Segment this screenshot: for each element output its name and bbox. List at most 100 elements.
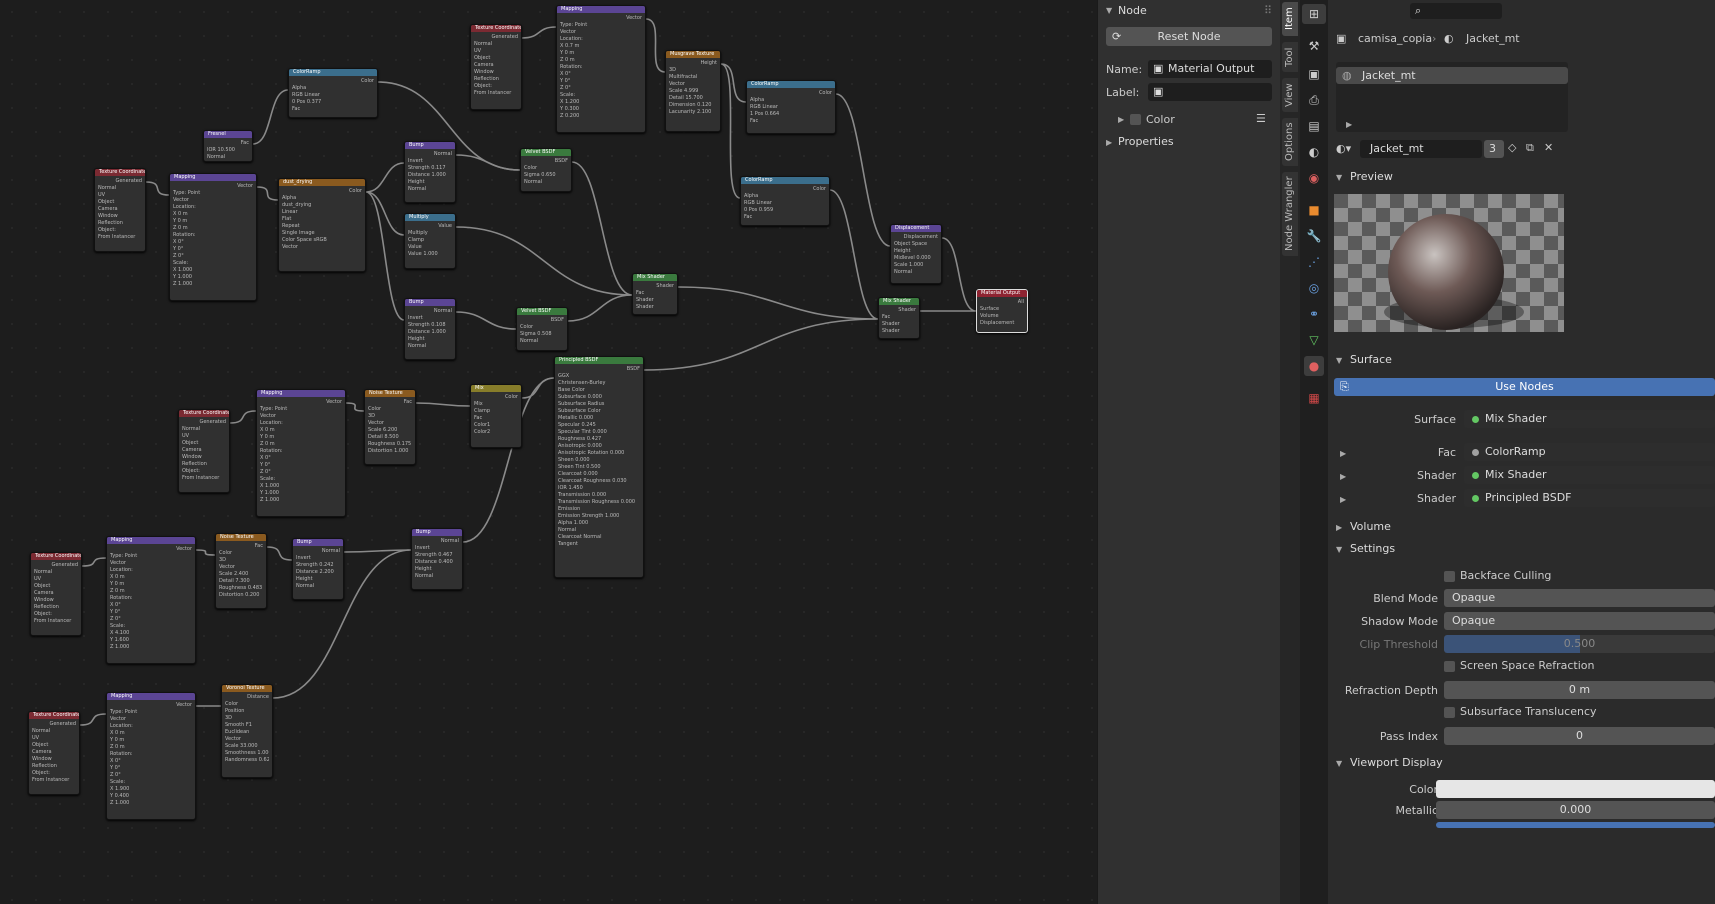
constraints-icon[interactable]: ⚭ [1304,304,1324,324]
material-browse-icon[interactable]: ◐▾ [1336,142,1351,155]
node-socket-row[interactable]: From Instancer [98,234,142,241]
node-socket-row[interactable]: Displacement [894,234,938,241]
node-header[interactable]: Noise Texture [365,390,415,397]
node-socket-row[interactable]: Detail 7.300 [219,578,263,585]
node-socket-row[interactable]: Y 0 m [173,218,253,225]
node-socket-row[interactable]: Reflection [34,604,78,611]
node-socket-row[interactable]: Tangent [558,541,640,548]
node-link[interactable] [79,713,107,726]
node-header[interactable]: Bump [293,539,343,546]
node-socket-row[interactable]: Generated [34,562,78,569]
node-link[interactable] [567,294,633,322]
color-checkbox[interactable] [1130,114,1141,125]
node-socket-row[interactable]: Alpha [292,85,374,92]
node-header[interactable]: Mapping [107,537,195,544]
node-label-field[interactable]: ▣ [1148,83,1272,101]
node-displacement[interactable]: Displacement Displacement Object Space Heig… [890,224,942,284]
node-socket-row[interactable]: Normal [408,186,452,193]
node-socket-row[interactable]: Vector [110,560,192,567]
node-header[interactable]: ColorRamp [289,69,377,76]
node-socket-row[interactable]: Shader [882,328,916,335]
node-socket-row[interactable]: Color [225,701,269,708]
node-socket-row[interactable]: Window [98,213,142,220]
node-socket-row[interactable]: Distance 1.000 [408,329,452,336]
node-socket-row[interactable]: RGB Linear [292,92,374,99]
node-socket-row[interactable]: Location: [173,204,253,211]
view-layer-icon[interactable]: ▤ [1304,116,1324,136]
node-socket-row[interactable]: UV [474,48,518,55]
node-socket-row[interactable]: Surface [980,306,1024,313]
node-link[interactable] [521,26,557,39]
node-socket-row[interactable]: Scale 1.000 [894,262,938,269]
node-link[interactable] [521,377,555,399]
node-bump[interactable]: Bump Normal Invert Strength 0.242 Distance 2… [292,538,344,600]
node-socket-row[interactable]: X 1.200 [560,99,642,106]
node-socket-row[interactable]: Object: [98,227,142,234]
node-socket-row[interactable]: Scale: [110,779,192,786]
node-socket-row[interactable]: Location: [260,420,342,427]
node-header[interactable]: Bump [405,142,455,149]
modifier-icon[interactable]: 🔧 [1304,226,1324,246]
node-socket-row[interactable]: 3D [368,413,412,420]
preview-header[interactable]: Preview [1350,170,1393,183]
node-socket-row[interactable]: Roughness 0.427 [558,436,640,443]
node-socket-row[interactable]: Normal [415,538,459,545]
roughness-slider[interactable] [1436,822,1715,828]
node-socket-row[interactable]: Scale 6.200 [368,427,412,434]
node-socket-row[interactable]: Shader [882,321,916,328]
node-noise-texture[interactable]: Noise Texture Fac Color 3D Vector Scale 6.200… [364,389,416,465]
duplicate-icon[interactable]: ⧉ [1526,141,1534,155]
node-socket-row[interactable]: Invert [415,545,459,552]
node-socket-row[interactable]: Rotation: [110,751,192,758]
node-socket-row[interactable]: Camera [32,749,76,756]
node-header[interactable]: dust_drying [279,179,365,186]
node-principled-bsdf[interactable]: Principled BSDF BSDF GGX Christensen-Burley… [554,356,644,578]
node-socket-row[interactable]: Clearcoat Roughness 0.030 [558,478,640,485]
node-socket-row[interactable]: dust_drying [282,202,362,209]
node-socket-row[interactable]: Normal [34,569,78,576]
node-socket-row[interactable]: X 0 m [110,574,192,581]
node-colorramp[interactable]: ColorRamp Color Alpha RGB Linear 0 Pos 0.377… [288,68,378,118]
user-count[interactable]: 3 [1484,140,1504,158]
node-socket-row[interactable]: X 0 m [110,730,192,737]
node-socket-row[interactable]: Normal [520,338,564,345]
node-socket-row[interactable]: All [980,299,1024,306]
surface-shader-field[interactable]: Mix Shader [1464,410,1715,428]
node-header[interactable]: Voronoi Texture [222,685,272,692]
node-socket-row[interactable]: Generated [182,419,226,426]
node-socket-row[interactable]: Rotation: [560,64,642,71]
node-socket-row[interactable]: X 0° [560,71,642,78]
list-icon[interactable]: ☰ [1256,112,1266,125]
node-link[interactable] [455,311,517,330]
output-icon[interactable]: ⎙ [1304,90,1324,110]
node-socket-row[interactable]: Distance 0.400 [415,559,459,566]
node-socket-row[interactable]: Color [368,406,412,413]
tab-options[interactable]: Options [1282,118,1298,166]
node-socket-row[interactable]: Height [894,248,938,255]
node-socket-row[interactable]: Vector [173,197,253,204]
node-colorramp[interactable]: ColorRamp Color Alpha RGB Linear 0 Pos 0.959… [740,176,830,226]
node-socket-row[interactable]: Camera [98,206,142,213]
node-socket-row[interactable]: Multiply [408,230,452,237]
node-socket-row[interactable]: Flat [282,216,362,223]
node-socket-row[interactable]: Height [408,336,452,343]
collapse-node-icon[interactable]: ▼ [1106,6,1112,15]
node-socket-row[interactable]: Detail 8.500 [368,434,412,441]
node-socket-row[interactable]: X 0° [110,758,192,765]
node-colorramp[interactable]: ColorRamp Color Alpha RGB Linear 1 Pos 0.664… [746,80,836,134]
node-socket-row[interactable]: Normal [894,269,938,276]
node-socket-row[interactable]: Location: [110,723,192,730]
node-socket-row[interactable]: Generated [474,34,518,41]
node-link[interactable] [455,154,521,171]
node-link[interactable] [415,402,471,407]
node-texture-coordinate[interactable]: Texture Coordinate Generated Normal UV Objec… [28,711,80,795]
node-mapping[interactable]: Mapping Vector Type: Point Vector Location: X… [106,536,196,664]
node-socket-row[interactable]: Object [98,199,142,206]
node-header[interactable]: Displacement [891,225,941,232]
tab-view[interactable]: View [1282,78,1298,112]
node-link[interactable] [643,318,879,371]
node-socket-row[interactable]: Type: Point [110,709,192,716]
node-socket-row[interactable]: Color1 [474,422,518,429]
node-header[interactable]: Mix Shader [879,298,919,305]
node-socket-row[interactable]: Fac [636,290,674,297]
